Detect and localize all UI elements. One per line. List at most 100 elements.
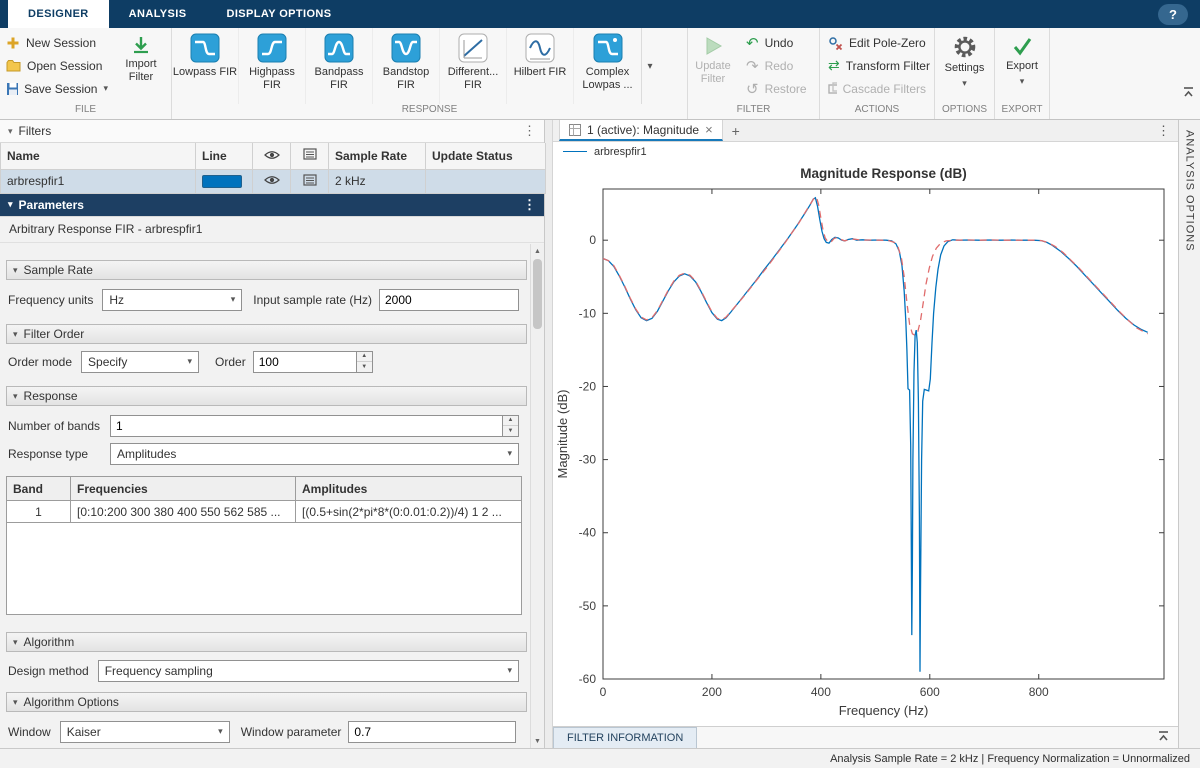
- spin-down-icon[interactable]: ▼: [503, 426, 518, 436]
- design-method-select[interactable]: Frequency sampling ▾: [98, 660, 519, 682]
- new-session-button[interactable]: New Session: [0, 32, 114, 54]
- response-section-header[interactable]: ▾ Response: [6, 386, 527, 406]
- svg-text:-10: -10: [579, 306, 597, 320]
- bandpass-response-icon: [324, 33, 354, 63]
- highpass-fir-button[interactable]: Highpass FIR: [239, 28, 306, 104]
- spin-down-icon[interactable]: ▼: [357, 362, 372, 372]
- frequencies-cell[interactable]: [0:10:200 300 380 400 550 562 585 ...: [71, 501, 296, 523]
- column-sample-rate: Sample Rate: [329, 143, 426, 169]
- parameters-panel-header[interactable]: ▾ Parameters ⋮: [0, 194, 544, 217]
- panel-splitter[interactable]: [545, 120, 553, 748]
- transform-filter-label: Transform Filter: [846, 59, 930, 73]
- scroll-up-icon[interactable]: ▲: [531, 244, 544, 258]
- sample-rate-section-header[interactable]: ▾ Sample Rate: [6, 260, 527, 280]
- analysis-options-strip[interactable]: ANALYSIS OPTIONS: [1178, 120, 1200, 748]
- filter-information-tab[interactable]: FILTER INFORMATION: [553, 727, 697, 749]
- tab-designer[interactable]: DESIGNER: [8, 0, 109, 28]
- redo-button[interactable]: ↷ Redo: [740, 55, 816, 77]
- input-sample-rate-field[interactable]: [379, 289, 519, 311]
- undo-button[interactable]: ↶ Undo: [740, 32, 816, 54]
- collapse-triangle-icon: ▾: [8, 199, 13, 210]
- tab-analysis[interactable]: ANALYSIS: [109, 0, 207, 28]
- filter-visibility-toggle[interactable]: [253, 169, 291, 193]
- frequency-units-select[interactable]: Hz ▾: [102, 289, 242, 311]
- actions-section-label: ACTIONS: [820, 104, 934, 119]
- kebab-menu-icon[interactable]: ⋮: [523, 123, 536, 139]
- chevron-down-icon: ▾: [507, 448, 512, 459]
- chart-canvas[interactable]: 02004006008000-10-20-30-40-50-60Magnitud…: [553, 161, 1178, 723]
- kebab-menu-icon[interactable]: ⋮: [523, 197, 536, 213]
- filter-name-cell[interactable]: arbrespfir1: [1, 169, 196, 193]
- number-of-bands-stepper[interactable]: ▲▼: [503, 415, 519, 437]
- save-session-button[interactable]: Save Session ▾: [0, 78, 114, 100]
- parameters-scrollbar[interactable]: ▲ ▼: [530, 244, 544, 748]
- order-field[interactable]: [253, 351, 357, 373]
- bandstop-fir-label: Bandstop FIR: [373, 66, 439, 91]
- window-select[interactable]: Kaiser ▾: [60, 721, 230, 743]
- checkmark-icon: [1011, 35, 1033, 57]
- tab-display-options[interactable]: DISPLAY OPTIONS: [206, 0, 351, 28]
- parameters-panel-title: Parameters: [19, 198, 84, 212]
- order-stepper[interactable]: ▲▼: [357, 351, 373, 373]
- undo-icon: ↶: [746, 34, 759, 52]
- response-gallery-expand-button[interactable]: ▾: [641, 28, 658, 104]
- algorithm-options-section-header[interactable]: ▾ Algorithm Options: [6, 692, 527, 712]
- export-button[interactable]: Export ▾: [995, 28, 1049, 104]
- tab-magnitude-response[interactable]: 1 (active): Magnitude ×: [559, 120, 723, 141]
- complex-lowpass-response-icon: [593, 33, 623, 63]
- column-visibility: [253, 143, 291, 169]
- svg-text:200: 200: [702, 685, 722, 699]
- transform-icon: ⇄: [828, 57, 840, 74]
- column-name: Name: [1, 143, 196, 169]
- cascade-filters-label: Cascade Filters: [843, 82, 926, 96]
- window-parameter-field[interactable]: [348, 721, 516, 743]
- gear-icon: [953, 35, 977, 59]
- ribbon: New Session Open Session Save Session ▾ …: [0, 28, 1200, 120]
- update-filter-button[interactable]: Update Filter: [688, 28, 738, 104]
- complex-lowpass-button[interactable]: Complex Lowpas ...: [574, 28, 641, 104]
- filter-order-section-header[interactable]: ▾ Filter Order: [6, 324, 527, 344]
- order-mode-select[interactable]: Specify ▾: [81, 351, 199, 373]
- bandstop-fir-button[interactable]: Bandstop FIR: [373, 28, 440, 104]
- svg-text:-40: -40: [579, 526, 597, 540]
- kebab-menu-icon[interactable]: ⋮: [1149, 120, 1178, 141]
- bandpass-fir-button[interactable]: Bandpass FIR: [306, 28, 373, 104]
- band-cell[interactable]: 1: [7, 501, 71, 523]
- filter-response-list-button[interactable]: [291, 169, 329, 193]
- restore-label: Restore: [765, 82, 807, 96]
- lowpass-fir-button[interactable]: Lowpass FIR: [172, 28, 239, 104]
- algorithm-section-header[interactable]: ▾ Algorithm: [6, 632, 527, 652]
- scrollbar-thumb[interactable]: [533, 259, 542, 329]
- help-button[interactable]: ?: [1158, 4, 1188, 25]
- amplitudes-cell[interactable]: [(0.5+sin(2*pi*8*(0:0.01:0.2))/4) 1 2 ..…: [296, 501, 522, 523]
- filter-row-arbrespfir1[interactable]: arbrespfir1 2 kHz: [1, 169, 546, 193]
- collapse-ribbon-button[interactable]: [1182, 86, 1195, 101]
- settings-label: Settings: [945, 62, 985, 75]
- new-figure-tab-button[interactable]: +: [723, 120, 749, 141]
- close-icon[interactable]: ×: [705, 122, 713, 137]
- algorithm-options-section-title: Algorithm Options: [24, 695, 119, 709]
- open-session-button[interactable]: Open Session: [0, 55, 114, 77]
- band-table-row[interactable]: 1 [0:10:200 300 380 400 550 562 585 ... …: [7, 501, 522, 523]
- band-column: Band: [7, 477, 71, 501]
- figure-tabbar: 1 (active): Magnitude × + ⋮: [553, 120, 1178, 142]
- spin-up-icon[interactable]: ▲: [357, 352, 372, 363]
- settings-button[interactable]: Settings ▾: [938, 28, 992, 104]
- magnitude-response-chart[interactable]: 02004006008000-10-20-30-40-50-60Magnitud…: [553, 161, 1178, 726]
- restore-panel-button[interactable]: [1157, 730, 1170, 745]
- filter-line-swatch[interactable]: [202, 175, 242, 188]
- import-filter-button[interactable]: Import Filter: [114, 28, 168, 104]
- spin-up-icon[interactable]: ▲: [503, 416, 518, 427]
- response-type-select[interactable]: Amplitudes ▾: [110, 443, 519, 465]
- differentiator-fir-button[interactable]: Different... FIR: [440, 28, 507, 104]
- cascade-filters-button[interactable]: Cascade Filters: [822, 78, 932, 100]
- edit-pole-zero-button[interactable]: Edit Pole-Zero: [822, 32, 932, 54]
- scroll-down-icon[interactable]: ▼: [531, 734, 544, 748]
- number-of-bands-field[interactable]: [110, 415, 503, 437]
- svg-text:800: 800: [1029, 685, 1049, 699]
- transform-filter-button[interactable]: ⇄ Transform Filter: [822, 55, 932, 77]
- hilbert-fir-button[interactable]: Hilbert FIR: [507, 28, 574, 104]
- restore-button[interactable]: ↺ Restore: [740, 78, 816, 100]
- filters-panel-header[interactable]: ▾ Filters ⋮: [0, 120, 544, 143]
- sample-rate-section-title: Sample Rate: [24, 263, 93, 277]
